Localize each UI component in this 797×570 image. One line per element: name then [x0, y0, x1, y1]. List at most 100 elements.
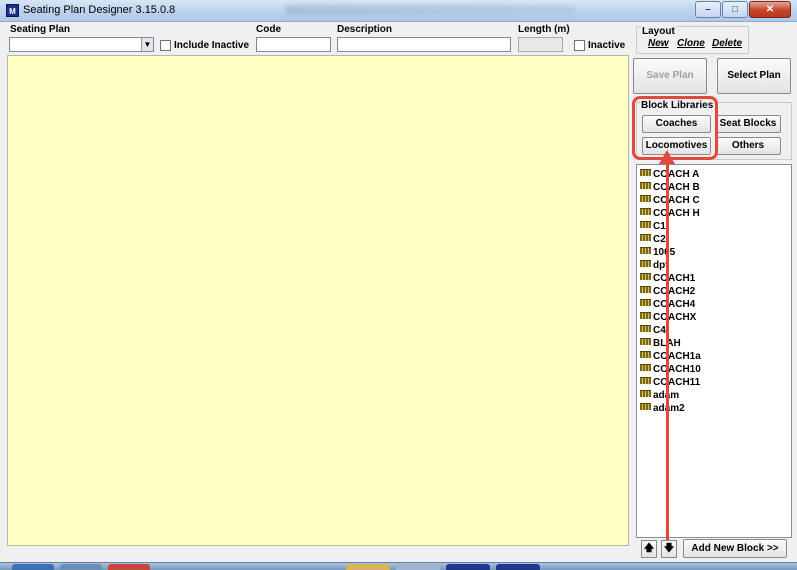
coach-block-icon	[640, 169, 651, 176]
inactive-checkbox[interactable]	[574, 40, 585, 51]
block-name: COACHX	[653, 312, 697, 323]
list-item[interactable]: adam2	[637, 402, 791, 415]
coach-block-icon	[640, 286, 651, 293]
app-logo-icon: M	[6, 4, 19, 17]
description-label: Description	[337, 24, 393, 35]
arrow-up-icon: 🡅	[643, 543, 655, 554]
seating-plan-select[interactable]: ▼	[9, 37, 154, 52]
blurred-window-caption	[285, 5, 575, 15]
coach-block-icon	[640, 182, 651, 189]
add-new-block-button[interactable]: Add New Block >>	[683, 539, 787, 558]
seating-plan-label: Seating Plan	[10, 24, 71, 35]
new-layout-link[interactable]: New	[648, 38, 669, 49]
window-controls: – □ ✕	[694, 1, 791, 18]
block-name: C2	[653, 234, 666, 245]
list-item[interactable]: COACH B	[637, 181, 791, 194]
maximize-button[interactable]: □	[722, 1, 748, 18]
length-label: Length (m)	[518, 24, 570, 35]
layout-legend: Layout	[641, 26, 676, 37]
list-item[interactable]: C2	[637, 233, 791, 246]
include-inactive-checkbox[interactable]	[160, 40, 171, 51]
block-name: COACH H	[653, 208, 700, 219]
window-title: Seating Plan Designer 3.15.0.8	[23, 4, 176, 16]
others-button[interactable]: Others	[715, 137, 781, 155]
taskbar-item[interactable]	[496, 564, 540, 570]
coach-block-icon	[640, 351, 651, 358]
delete-layout-link[interactable]: Delete	[712, 38, 742, 49]
block-name: COACH1	[653, 273, 696, 284]
save-plan-button[interactable]: Save Plan	[633, 58, 707, 94]
coach-block-icon	[640, 234, 651, 241]
inactive-label: Inactive	[588, 40, 626, 51]
close-button[interactable]: ✕	[749, 1, 791, 18]
coach-block-icon	[640, 221, 651, 228]
annotation-highlight-box	[632, 96, 718, 160]
coach-block-icon	[640, 312, 651, 319]
minimize-button[interactable]: –	[695, 1, 721, 18]
coach-block-icon	[640, 338, 651, 345]
block-name: 1005	[653, 247, 676, 258]
list-item[interactable]: COACH10	[637, 363, 791, 376]
block-name: C4	[653, 325, 666, 336]
coach-block-icon	[640, 273, 651, 280]
coach-block-icon	[640, 247, 651, 254]
coach-block-icon	[640, 364, 651, 371]
seat-blocks-button[interactable]: Seat Blocks	[715, 115, 781, 133]
coach-block-icon	[640, 325, 651, 332]
code-label: Code	[256, 24, 281, 35]
coach-block-icon	[640, 299, 651, 306]
block-name: COACH10	[653, 364, 701, 375]
coach-block-icon	[640, 208, 651, 215]
code-field[interactable]	[256, 37, 331, 52]
move-up-button[interactable]: 🡅	[641, 540, 657, 558]
select-plan-button[interactable]: Select Plan	[717, 58, 791, 94]
taskbar-item[interactable]	[108, 564, 150, 570]
taskbar-item[interactable]	[446, 564, 490, 570]
arrow-down-icon: 🡇	[663, 543, 675, 554]
block-list-items: COACH A COACH B COACH C COACH H C1 C2 1005 dpt C…	[637, 165, 791, 415]
taskbar-item[interactable]	[346, 564, 390, 570]
list-item[interactable]: adam	[637, 389, 791, 402]
coach-block-icon	[640, 377, 651, 384]
block-name: COACH1a	[653, 351, 701, 362]
design-canvas[interactable]	[7, 55, 629, 546]
block-name: COACH C	[653, 195, 700, 206]
title-bar: M Seating Plan Designer 3.15.0.8 – □ ✕	[0, 0, 797, 22]
list-item[interactable]: dpt	[637, 259, 791, 272]
list-item[interactable]: COACH A	[637, 168, 791, 181]
taskbar-item[interactable]	[12, 564, 54, 570]
taskbar-item[interactable]	[396, 564, 440, 570]
block-list[interactable]: COACH A COACH B COACH C COACH H C1 C2 1005 dpt C…	[636, 164, 792, 538]
annotation-arrow-shaft	[666, 162, 669, 540]
annotation-arrow-head	[659, 150, 675, 164]
list-item[interactable]: COACH H	[637, 207, 791, 220]
clone-layout-link[interactable]: Clone	[677, 38, 705, 49]
list-item[interactable]: C4	[637, 324, 791, 337]
chevron-down-icon[interactable]: ▼	[141, 38, 153, 51]
block-name: COACH B	[653, 182, 700, 193]
list-item[interactable]: COACH1a	[637, 350, 791, 363]
taskbar-item[interactable]	[60, 564, 102, 570]
taskbar	[0, 562, 797, 570]
block-name: COACH2	[653, 286, 696, 297]
list-item[interactable]: COACH C	[637, 194, 791, 207]
move-down-button[interactable]: 🡇	[661, 540, 677, 558]
list-item[interactable]: 1005	[637, 246, 791, 259]
coach-block-icon	[640, 195, 651, 202]
list-item[interactable]: COACH1	[637, 272, 791, 285]
list-item[interactable]: BLAH	[637, 337, 791, 350]
description-field[interactable]	[337, 37, 511, 52]
coach-block-icon	[640, 403, 651, 410]
list-item[interactable]: C1	[637, 220, 791, 233]
list-item[interactable]: COACH11	[637, 376, 791, 389]
coach-block-icon	[640, 390, 651, 397]
block-name: COACH11	[653, 377, 701, 388]
layout-group: Layout New Clone Delete	[636, 26, 749, 54]
list-item[interactable]: COACHX	[637, 311, 791, 324]
include-inactive-label: Include Inactive	[174, 40, 250, 51]
list-item[interactable]: COACH2	[637, 285, 791, 298]
length-field[interactable]	[518, 37, 563, 52]
list-item[interactable]: COACH4	[637, 298, 791, 311]
block-name: C1	[653, 221, 666, 232]
block-name: COACH4	[653, 299, 696, 310]
